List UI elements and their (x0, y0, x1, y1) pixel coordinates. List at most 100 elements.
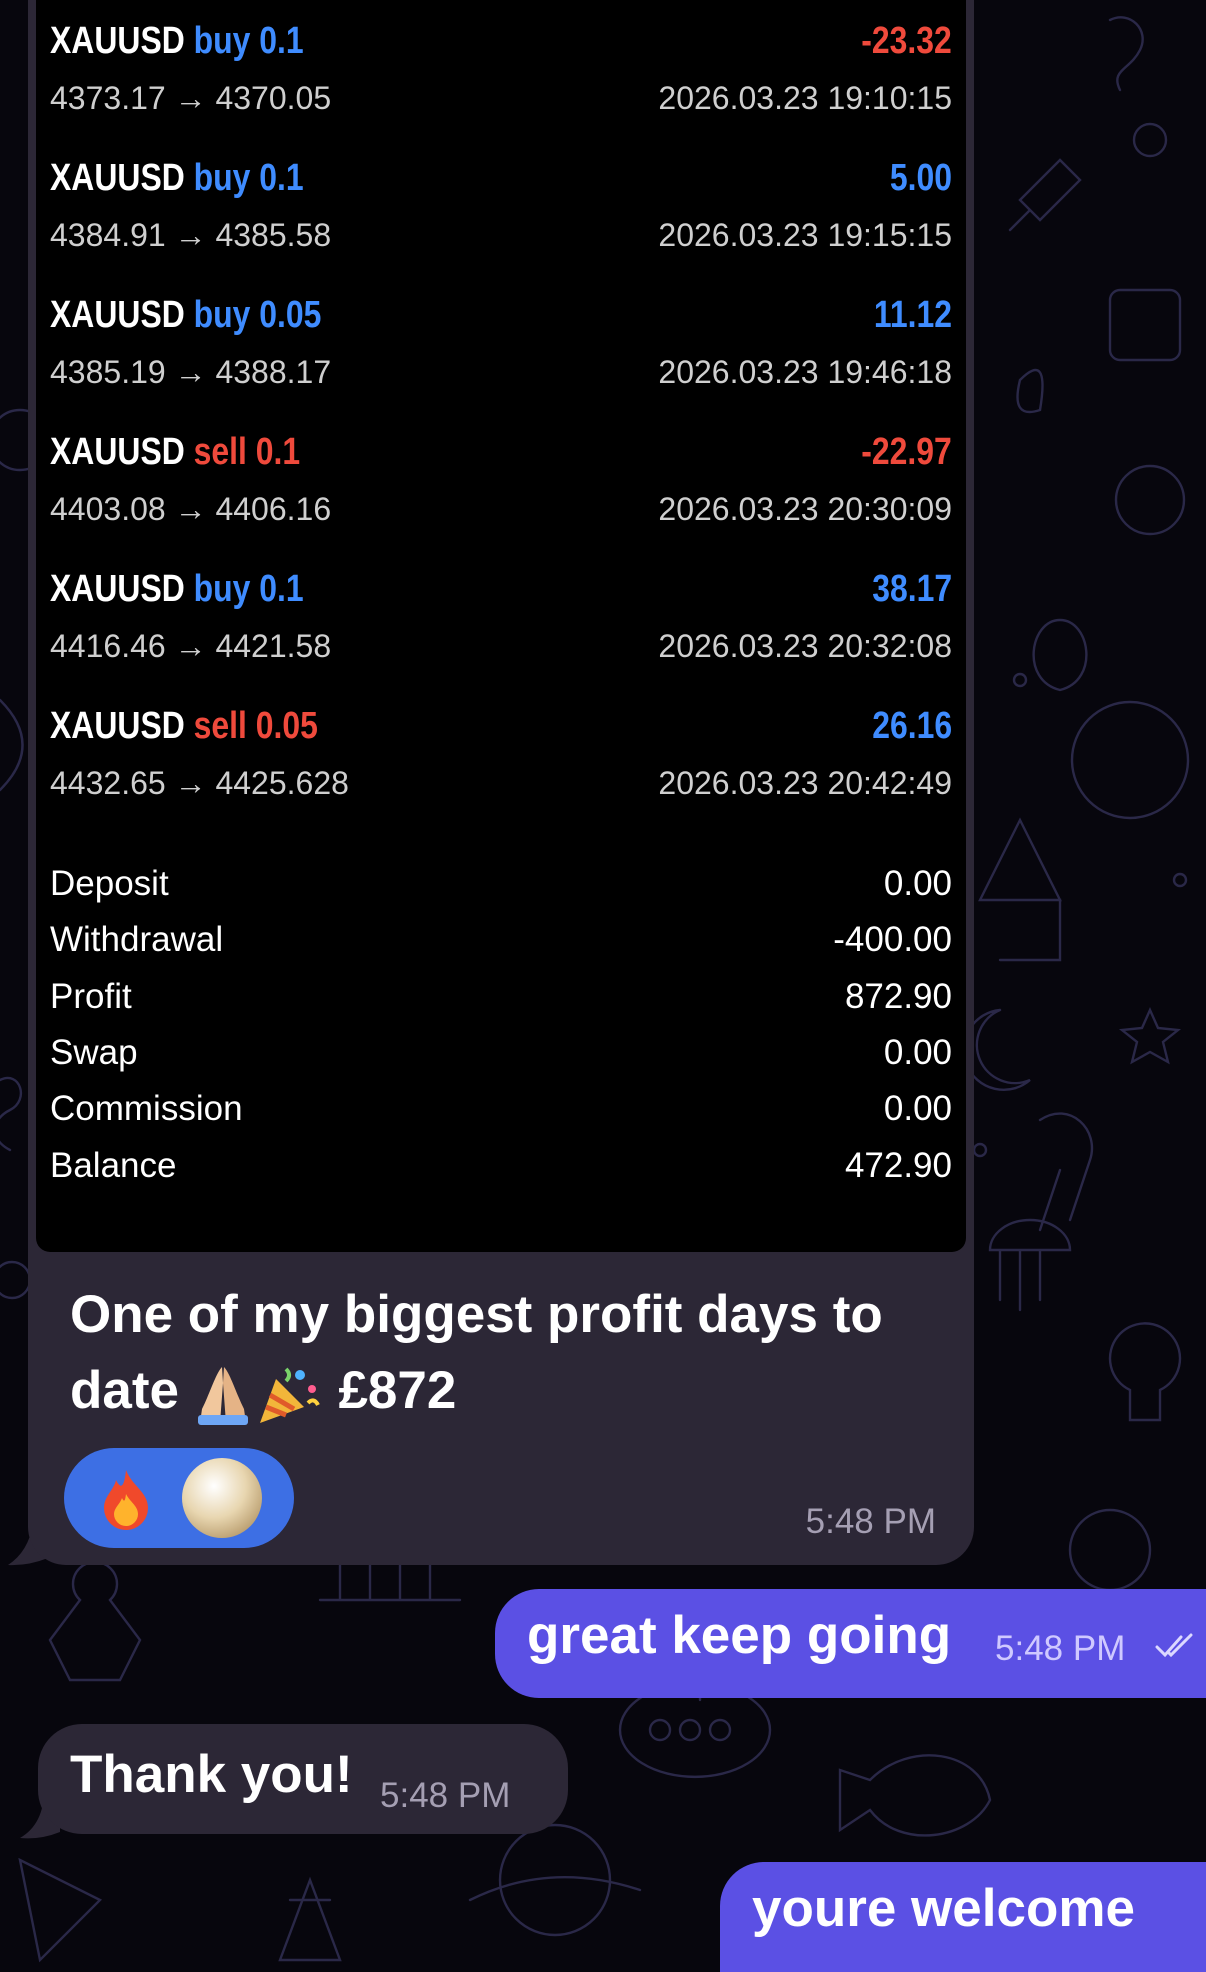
doodle-globe (1070, 700, 1190, 820)
trade-row: XAUUSD sell 0.05 4432.65 → 4425.628 26.16 2… (36, 685, 966, 815)
trade-profit: 26.16 (872, 705, 952, 747)
summary-label: Profit (50, 976, 132, 1016)
message-time: 5:48 PM (380, 1776, 511, 1815)
summary-label: Commission (50, 1089, 243, 1129)
trade-symbol: XAUUSD (50, 705, 185, 747)
message-time: 5:48 PM (995, 1629, 1126, 1668)
summary-label: Withdrawal (50, 920, 224, 960)
trade-time: 2026.03.23 19:15:15 (658, 217, 952, 253)
reaction-avatar[interactable] (182, 1458, 262, 1538)
trade-symbol: XAUUSD (50, 431, 185, 473)
summary-label: Deposit (50, 864, 169, 903)
doodle-gingerbread (48, 1560, 142, 1682)
trade-time: 2026.03.23 20:32:08 (658, 628, 952, 664)
trade-profit: 38.17 (872, 568, 952, 610)
trade-symbol: XAUUSD (50, 157, 185, 199)
summary-value: 872.90 (844, 976, 952, 1016)
doodle-squid (1038, 1112, 1093, 1232)
trade-side: sell (193, 705, 247, 747)
trade-side: buy (193, 294, 251, 336)
trade-prices: 4385.19 → 4388.17 (50, 354, 332, 390)
trade-row: XAUUSD buy 0.1 4416.46 → 4421.58 38.17 2026… (36, 548, 966, 678)
trade-profit: -23.32 (861, 20, 952, 62)
doodle-apple (1032, 618, 1088, 692)
doodle-squiggle (1108, 16, 1144, 92)
photo-message-bubble[interactable]: XAUUSD buy 0.1 4373.17 → 4370.05 -23.32 202… (28, 0, 974, 1565)
trade-row: XAUUSD sell 0.1 4403.08 → 4406.16 -22.97 20… (36, 411, 966, 541)
trade-time: 2026.03.23 20:42:49 (658, 765, 952, 801)
trade-symbol: XAUUSD (50, 294, 185, 336)
trade-time: 2026.03.23 19:10:15 (658, 80, 952, 116)
summary-row: Commission 0.00 (36, 1083, 966, 1139)
trade-row: XAUUSD buy 0.1 4384.91 → 4385.58 5.00 2026.… (36, 137, 966, 267)
trade-row: XAUUSD buy 0.1 4373.17 → 4370.05 -23.32 202… (36, 0, 966, 130)
caption-amount: £872 (338, 1361, 457, 1420)
doodle-mug (1108, 288, 1182, 362)
outgoing-message-bubble[interactable]: great keep going 5:48 PM (495, 1589, 1206, 1698)
trade-side: buy (193, 568, 251, 610)
trade-symbol-line: XAUUSD sell 0.1 (50, 431, 300, 474)
trade-symbol-line: XAUUSD sell 0.05 (50, 705, 318, 748)
trade-volume: 0.1 (259, 20, 304, 62)
trade-prices: 4373.17 → 4370.05 (50, 80, 332, 116)
trade-side: buy (193, 20, 251, 62)
trade-volume: 0.05 (255, 705, 318, 747)
trade-side: sell (193, 431, 247, 473)
trade-symbol: XAUUSD (50, 20, 185, 62)
trade-prices: 4416.46 → 4421.58 (50, 628, 332, 664)
trade-symbol-line: XAUUSD buy 0.1 (50, 568, 304, 611)
trade-symbol-line: XAUUSD buy 0.1 (50, 157, 304, 200)
fire-emoji-icon[interactable] (98, 1468, 154, 1530)
folded-hands-emoji-icon (197, 1367, 248, 1425)
doodle-planet-rings (468, 1823, 642, 1937)
message-text: youre welcome (752, 1879, 1135, 1938)
message-text: Thank you! (70, 1745, 353, 1804)
party-popper-emoji-icon (259, 1367, 320, 1423)
trade-prices: 4403.08 → 4406.16 (50, 491, 332, 527)
doodle-star (1118, 1007, 1182, 1065)
summary-row: Balance 472.90 (36, 1140, 966, 1196)
trade-time: 2026.03.23 19:46:18 (658, 354, 952, 390)
summary-value: -400.00 (833, 920, 952, 960)
summary-value: 472.90 (844, 1145, 952, 1185)
trade-prices: 4432.65 → 4425.628 (50, 765, 349, 801)
trade-volume: 0.1 (259, 157, 304, 199)
summary-value: 0.00 (883, 1089, 952, 1129)
trade-history-screenshot[interactable]: XAUUSD buy 0.1 4373.17 → 4370.05 -23.32 202… (36, 0, 966, 1252)
summary-value: 0.00 (883, 864, 952, 903)
trade-time: 2026.03.23 20:30:09 (658, 491, 952, 527)
message-text: great keep going (527, 1606, 952, 1665)
trade-volume: 0.1 (255, 431, 301, 473)
trade-symbol: XAUUSD (50, 568, 185, 610)
doodle-fish (838, 1754, 992, 1837)
trade-prices: 4384.91 → 4385.58 (50, 217, 332, 253)
caption-word: date (70, 1361, 179, 1420)
message-caption: One of my biggest profit days to date £8… (70, 1277, 940, 1429)
message-time: 5:48 PM (805, 1502, 936, 1541)
doodle-pizza (18, 1857, 103, 1963)
trade-row: XAUUSD buy 0.05 4385.19 → 4388.17 11.12 202… (36, 274, 966, 404)
trade-side: buy (193, 157, 251, 199)
doodle-ball (1068, 1508, 1152, 1592)
summary-value: 0.00 (883, 1032, 952, 1072)
trade-symbol-line: XAUUSD buy 0.05 (50, 294, 321, 337)
summary-label: Swap (50, 1032, 138, 1072)
doodle-rocket-2 (278, 1876, 342, 1962)
incoming-message-bubble[interactable]: Thank you! 5:48 PM (38, 1724, 568, 1834)
trade-profit: 11.12 (873, 294, 952, 336)
doodle-planet (1114, 464, 1186, 536)
caption-line-1: One of my biggest profit days to (70, 1285, 883, 1344)
doodle-tree (978, 817, 1062, 962)
summary-label: Balance (50, 1145, 177, 1185)
reactions-pill[interactable] (64, 1448, 294, 1548)
trade-volume: 0.05 (259, 294, 322, 336)
double-check-icon (1155, 1633, 1193, 1658)
summary-row: Deposit 0.00 (36, 858, 966, 914)
summary-row: Profit 872.90 (36, 971, 966, 1027)
doodle-jellyfish (988, 1218, 1072, 1312)
outgoing-message-bubble[interactable]: youre welcome (720, 1862, 1206, 1972)
trade-profit: 5.00 (889, 157, 952, 199)
doodle-leaf (1016, 368, 1044, 414)
summary-row: Swap 0.00 (36, 1027, 966, 1083)
doodle-rocket (1008, 158, 1082, 232)
